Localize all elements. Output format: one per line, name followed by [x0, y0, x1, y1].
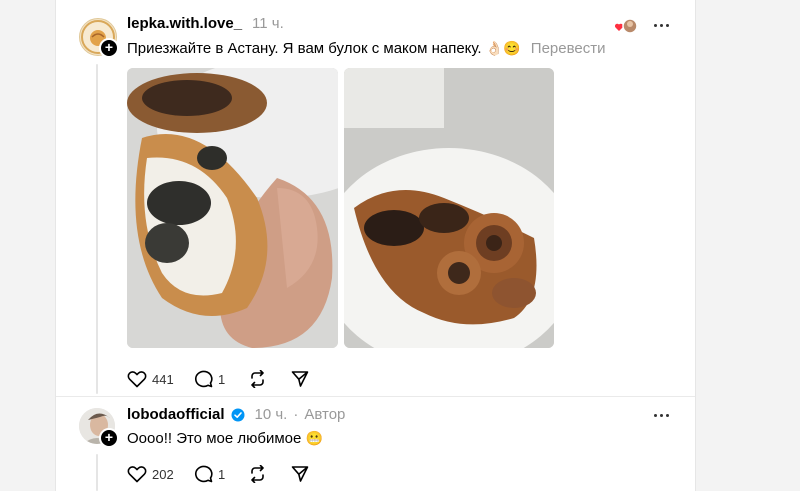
reply-count: 1: [218, 466, 226, 482]
heart-icon: [127, 371, 147, 388]
share-button[interactable]: [291, 465, 309, 483]
like-count: 441: [152, 371, 174, 387]
author-badge: Автор: [304, 406, 346, 423]
thread-card: + lepka.with.love_ 11 ч. Приезжайте в Ас…: [55, 0, 696, 491]
repost-icon: [251, 465, 264, 483]
username[interactable]: lobodaofficial: [127, 406, 225, 423]
comment-icon: [195, 370, 213, 388]
divider: [56, 396, 695, 397]
timestamp[interactable]: 11 ч.: [252, 15, 284, 32]
repost-button[interactable]: [248, 370, 267, 388]
emoji: 👌🏻😊: [485, 40, 521, 56]
like-button[interactable]: 441: [127, 370, 174, 388]
reply-button[interactable]: 1: [194, 370, 225, 388]
post-text: Оооо!! Это мое любимое 😬: [127, 430, 323, 447]
translate-link[interactable]: Перевести: [531, 40, 606, 57]
post-text: Приезжайте в Астану. Я вам булок с маком…: [127, 40, 606, 57]
more-options-icon[interactable]: [654, 24, 669, 27]
like-button[interactable]: 202: [127, 465, 174, 483]
follow-plus-icon[interactable]: +: [99, 428, 119, 448]
username[interactable]: lepka.with.love_: [127, 15, 242, 32]
repost-icon: [251, 370, 264, 388]
send-icon: [291, 371, 309, 387]
thread-line: [96, 454, 98, 491]
reply-button[interactable]: 1: [194, 465, 225, 483]
reply-count: 1: [218, 371, 226, 387]
thread-line: [96, 64, 98, 394]
post-photo[interactable]: [127, 68, 338, 348]
like-count: 202: [152, 466, 174, 482]
comment-icon: [195, 465, 213, 483]
timestamp[interactable]: 10 ч.: [255, 406, 288, 423]
post-header: lepka.with.love_ 11 ч.: [127, 15, 284, 32]
bun-plate-image: [344, 68, 554, 348]
post-header: lobodaofficial 10 ч. · Автор: [127, 406, 345, 423]
repost-button[interactable]: [248, 465, 267, 483]
more-options-icon[interactable]: [654, 414, 669, 417]
post-photo[interactable]: [344, 68, 554, 348]
reactor-avatars[interactable]: [614, 17, 638, 35]
separator: ·: [293, 406, 299, 423]
send-icon: [291, 466, 309, 482]
liked-by-icon: [614, 18, 638, 34]
bun-photo-image: [127, 68, 338, 348]
follow-plus-icon[interactable]: +: [99, 38, 119, 58]
heart-icon: [127, 466, 147, 483]
verified-badge-icon: [231, 408, 244, 421]
share-button[interactable]: [291, 370, 309, 388]
emoji: 😬: [305, 430, 323, 446]
